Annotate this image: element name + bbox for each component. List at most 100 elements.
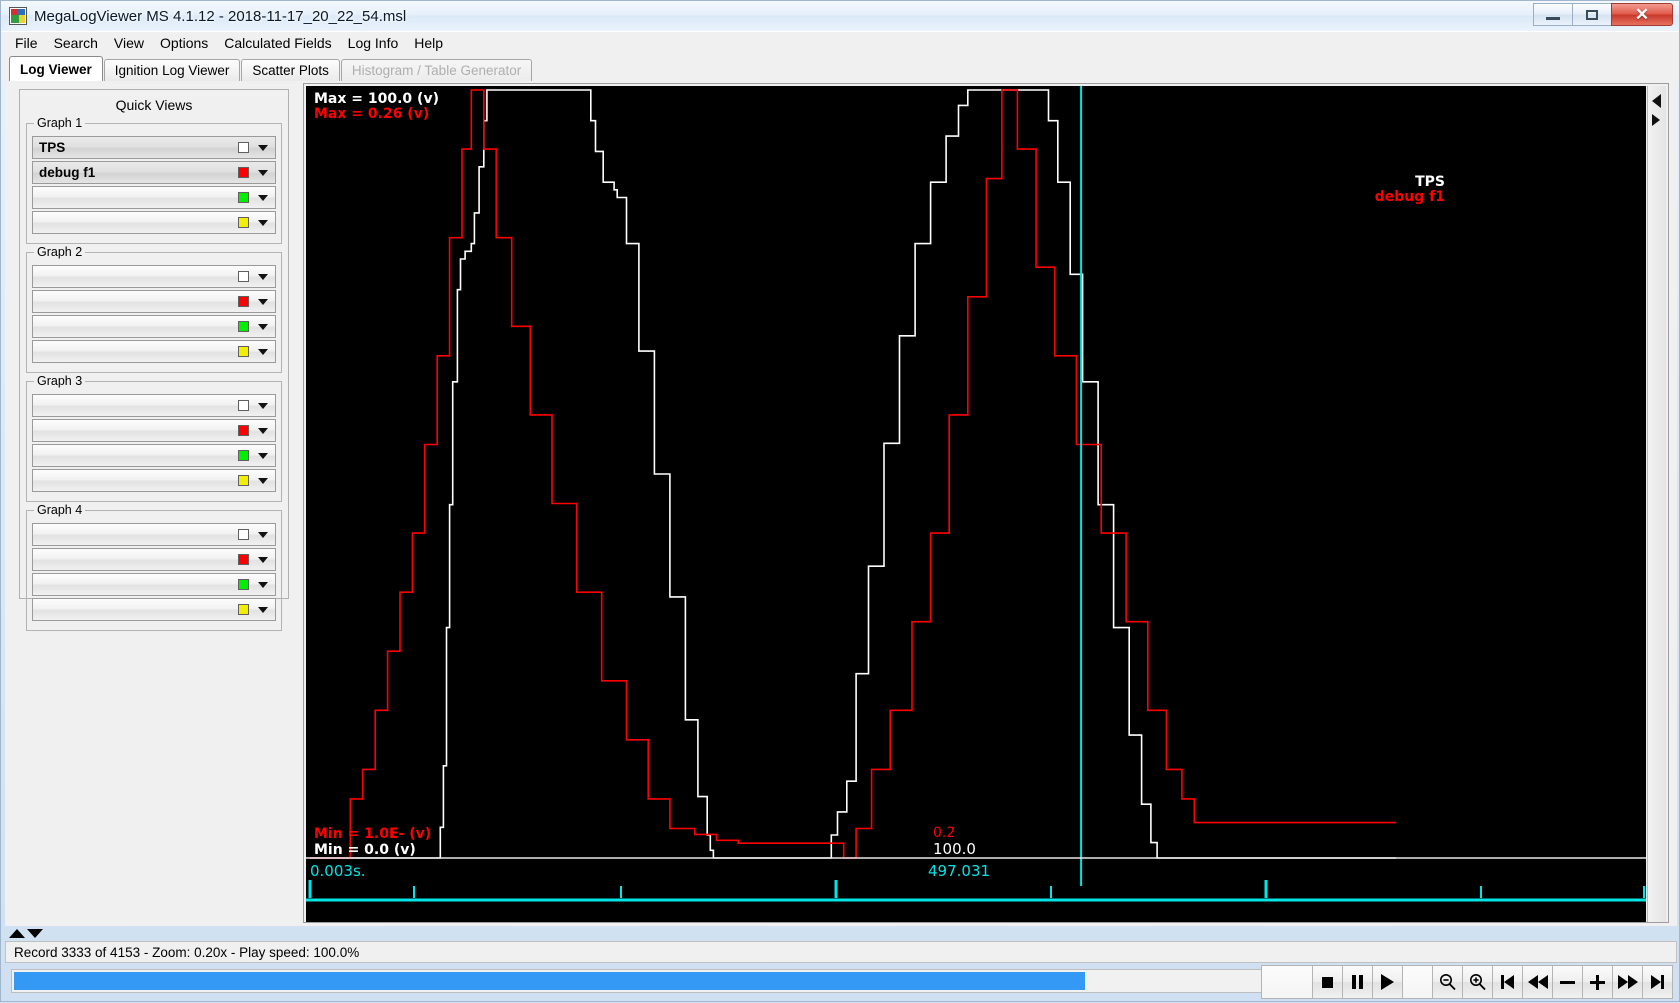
chevron-down-icon[interactable] <box>258 556 268 563</box>
chevron-down-icon[interactable] <box>258 298 268 305</box>
decrement-button[interactable] <box>1552 965 1583 999</box>
quick-view-slot-1-2-label: debug f1 <box>39 165 96 180</box>
quick-view-slot-3-4[interactable] <box>32 469 276 492</box>
minimize-button[interactable] <box>1533 3 1573 26</box>
pause-icon <box>1352 975 1363 989</box>
graph-group-2: Graph 2 <box>26 245 282 373</box>
tab-ignition-log-viewer[interactable]: Ignition Log Viewer <box>103 59 241 81</box>
pause-button[interactable] <box>1342 965 1373 999</box>
chevron-down-icon[interactable] <box>258 452 268 459</box>
playback-progress-fill <box>14 972 1085 990</box>
chevron-down-icon[interactable] <box>258 323 268 330</box>
chevron-down-icon[interactable] <box>258 144 268 151</box>
color-swatch-white[interactable] <box>238 142 249 153</box>
stop-icon <box>1322 976 1333 988</box>
playback-progress-bar[interactable] <box>11 969 1307 993</box>
stop-button[interactable] <box>1312 965 1343 999</box>
graph-plot[interactable]: Max = 100.0 (v) Max = 0.26 (v) Min = 1.0… <box>306 86 1646 922</box>
chevron-down-icon[interactable] <box>258 348 268 355</box>
color-swatch-red[interactable] <box>238 296 249 307</box>
graph-group-1: Graph 1 TPS debug f1 <box>26 116 282 244</box>
tab-scatter-plots[interactable]: Scatter Plots <box>241 59 340 81</box>
color-swatch-white[interactable] <box>238 400 249 411</box>
color-swatch-yellow[interactable] <box>238 346 249 357</box>
graph-canvas[interactable]: Max = 100.0 (v) Max = 0.26 (v) Min = 1.0… <box>306 86 1646 922</box>
transport-blank-field[interactable] <box>1261 965 1313 999</box>
color-swatch-red[interactable] <box>238 425 249 436</box>
quick-view-slot-1-1-label: TPS <box>39 140 66 155</box>
chevron-down-icon[interactable] <box>258 402 268 409</box>
chevron-up-icon[interactable] <box>9 929 25 938</box>
color-swatch-green[interactable] <box>238 321 249 332</box>
status-text: Record 3333 of 4153 - Zoom: 0.20x - Play… <box>14 944 360 960</box>
color-swatch-red[interactable] <box>238 167 249 178</box>
menu-item-help[interactable]: Help <box>406 33 451 53</box>
zoom-out-button[interactable] <box>1432 965 1463 999</box>
quick-view-slot-3-2[interactable] <box>32 419 276 442</box>
menu-item-calculated-fields[interactable]: Calculated Fields <box>216 33 339 53</box>
quick-view-slot-3-3[interactable] <box>32 444 276 467</box>
jump-start-button[interactable] <box>1492 965 1523 999</box>
scroll-right-icon[interactable] <box>1652 114 1660 126</box>
graph-group-1-legend: Graph 1 <box>34 116 86 130</box>
quick-view-slot-1-1[interactable]: TPS <box>32 136 276 159</box>
chevron-down-icon[interactable] <box>258 169 268 176</box>
chevron-down-icon[interactable] <box>258 219 268 226</box>
quick-view-slot-1-4[interactable] <box>32 211 276 234</box>
menu-item-log-info[interactable]: Log Info <box>340 33 407 53</box>
quick-view-slot-2-4[interactable] <box>32 340 276 363</box>
window-title: MegaLogViewer MS 4.1.12 - 2018-11-17_20_… <box>34 7 407 25</box>
chevron-down-icon[interactable] <box>258 477 268 484</box>
play-button[interactable] <box>1372 965 1403 999</box>
quick-view-slot-2-2[interactable] <box>32 290 276 313</box>
cursor-value-white: 100.0 <box>933 840 976 858</box>
transport-controls <box>1261 965 1673 999</box>
close-button[interactable]: ✕ <box>1611 3 1673 26</box>
chevron-down-icon[interactable] <box>258 531 268 538</box>
quick-view-slot-4-3[interactable] <box>32 573 276 596</box>
quick-view-slot-2-3[interactable] <box>32 315 276 338</box>
min-label-white: Min = 0.0 (v) <box>314 842 416 858</box>
tab-histogram-table-generator: Histogram / Table Generator <box>340 59 533 81</box>
maximize-button[interactable] <box>1572 3 1612 26</box>
quick-view-slot-1-2[interactable]: debug f1 <box>32 161 276 184</box>
quick-view-slot-1-3[interactable] <box>32 186 276 209</box>
quick-view-slot-3-1[interactable] <box>32 394 276 417</box>
chevron-down-icon[interactable] <box>258 194 268 201</box>
quick-view-slot-2-1[interactable] <box>32 265 276 288</box>
color-swatch-red[interactable] <box>238 554 249 565</box>
graph-group-3-legend: Graph 3 <box>34 374 86 388</box>
step-back-button[interactable] <box>1522 965 1553 999</box>
zoom-in-button[interactable] <box>1462 965 1493 999</box>
graph-vertical-scrollbar[interactable] <box>1647 86 1666 922</box>
color-swatch-yellow[interactable] <box>238 475 249 486</box>
close-icon: ✕ <box>1634 4 1650 24</box>
chevron-down-icon[interactable] <box>258 273 268 280</box>
application-window: MegaLogViewer MS 4.1.12 - 2018-11-17_20_… <box>0 0 1680 1002</box>
color-swatch-yellow[interactable] <box>238 604 249 615</box>
chevron-down-icon[interactable] <box>27 929 43 938</box>
menu-item-search[interactable]: Search <box>46 33 106 53</box>
color-swatch-white[interactable] <box>238 271 249 282</box>
chevron-down-icon[interactable] <box>258 581 268 588</box>
scroll-left-icon[interactable] <box>1652 94 1661 108</box>
minimize-icon <box>1546 17 1560 20</box>
menu-item-view[interactable]: View <box>106 33 152 53</box>
splitter-handle[interactable] <box>9 929 43 938</box>
menu-item-file[interactable]: File <box>7 33 46 53</box>
color-swatch-green[interactable] <box>238 450 249 461</box>
tab-log-viewer[interactable]: Log Viewer <box>9 56 103 81</box>
quick-view-slot-4-1[interactable] <box>32 523 276 546</box>
color-swatch-green[interactable] <box>238 579 249 590</box>
jump-end-button[interactable] <box>1642 965 1673 999</box>
color-swatch-white[interactable] <box>238 529 249 540</box>
step-forward-button[interactable] <box>1612 965 1643 999</box>
quick-view-slot-4-2[interactable] <box>32 548 276 571</box>
increment-button[interactable] <box>1582 965 1613 999</box>
chevron-down-icon[interactable] <box>258 606 268 613</box>
quick-view-slot-4-4[interactable] <box>32 598 276 621</box>
color-swatch-green[interactable] <box>238 192 249 203</box>
menu-item-options[interactable]: Options <box>152 33 216 53</box>
color-swatch-yellow[interactable] <box>238 217 249 228</box>
chevron-down-icon[interactable] <box>258 427 268 434</box>
